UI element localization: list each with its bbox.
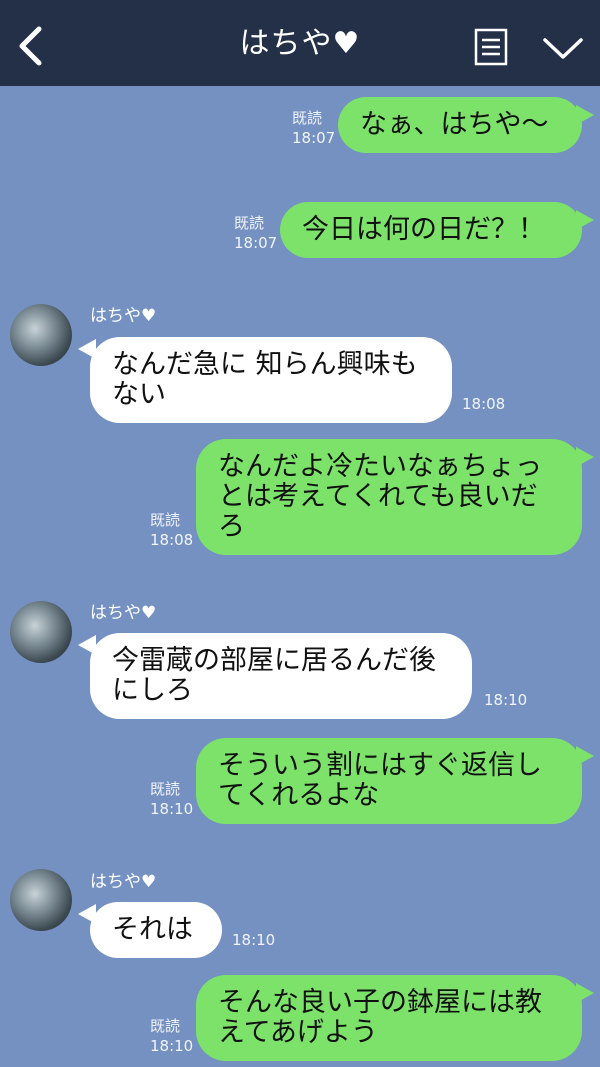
read-receipt: 既読 [150,1017,181,1035]
message-time: 18:07 [234,234,278,252]
avatar[interactable] [10,304,72,366]
bubble-tail [78,339,96,359]
message-bubble[interactable]: なぁ、はちや〜 [338,97,582,153]
bubble-tail [78,904,96,924]
message-time: 18:08 [150,531,194,549]
message-time: 18:10 [484,691,528,709]
message-time: 18:10 [232,931,276,949]
avatar[interactable] [10,869,72,931]
read-receipt: 既読 [150,780,181,798]
message-time: 18:10 [150,800,194,818]
avatar[interactable] [10,601,72,663]
message-bubble[interactable]: なんだよ冷たいなぁちょっ とは考えてくれても良いだ ろ [196,439,582,555]
message-bubble[interactable]: そういう割にはすぐ返信し てくれるよな [196,738,582,824]
message-time: 18:07 [292,129,336,147]
message-time: 18:08 [462,395,506,413]
message-bubble[interactable]: 今雷蔵の部屋に居るんだ後 にしろ [90,633,472,719]
bubble-tail [576,105,594,125]
list-icon [474,28,508,66]
expand-button[interactable] [541,30,585,66]
sender-name: はちや♥ [90,872,157,892]
bubble-tail [576,983,594,1003]
chat-header: はちや♥ [0,0,600,86]
message-bubble[interactable]: なんだ急に 知らん興味も ない [90,337,452,423]
bubble-tail [78,635,96,655]
chevron-down-icon [543,38,583,59]
bubble-tail [576,746,594,766]
read-receipt: 既読 [292,109,323,127]
message-time: 18:10 [150,1037,194,1055]
bubble-tail [576,210,594,230]
sender-name: はちや♥ [90,603,157,623]
read-receipt: 既読 [234,214,265,232]
message-bubble[interactable]: 今日は何の日だ？！ [280,202,582,258]
read-receipt: 既読 [150,511,181,529]
sender-name: はちや♥ [90,306,157,326]
menu-button[interactable] [474,28,508,66]
bubble-tail [576,447,594,467]
message-bubble[interactable]: それは [90,902,222,958]
message-bubble[interactable]: そんな良い子の鉢屋には教 えてあげよう [196,975,582,1061]
chat-title: はちや♥ [239,26,361,61]
